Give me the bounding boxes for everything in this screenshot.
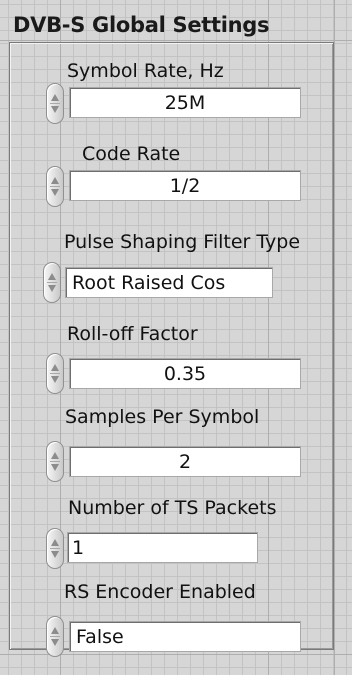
number-of-ts-packets-input[interactable]: 1 [67,532,258,563]
spin-up-arrow-icon[interactable] [51,94,59,101]
spin-down-arrow-icon[interactable] [51,106,59,113]
symbol-rate-input[interactable]: 25M [69,87,301,118]
pulse-shaping-filter-type-label: Pulse Shaping Filter Type [64,231,301,253]
roll-off-factor-stepper[interactable] [46,353,64,394]
symbol-rate-label: Symbol Rate, Hz [67,60,224,82]
spin-up-arrow-icon[interactable] [51,364,59,371]
stepper-divider [50,373,60,374]
spin-down-arrow-icon[interactable] [51,639,59,646]
spin-down-arrow-icon[interactable] [51,464,59,471]
roll-off-factor-input[interactable]: 0.35 [69,358,301,389]
panel-guide-line [334,0,335,675]
spin-up-arrow-icon[interactable] [48,273,56,280]
spin-down-arrow-icon[interactable] [51,551,59,558]
symbol-rate-stepper[interactable] [46,83,64,124]
stepper-divider [50,186,60,187]
code-rate-input[interactable]: 1/2 [69,170,301,201]
rs-encoder-enabled-stepper[interactable] [46,616,64,657]
stepper-divider [50,461,60,462]
stepper-divider [50,636,60,637]
spin-down-arrow-icon[interactable] [48,285,56,292]
samples-per-symbol-stepper[interactable] [46,441,64,482]
roll-off-factor-label: Roll-off Factor [67,323,198,345]
settings-panel: DVB-S Global Settings Symbol Rate, Hz 25… [0,0,352,675]
stepper-divider [50,548,60,549]
rs-encoder-enabled-label: RS Encoder Enabled [64,581,256,603]
pulse-shaping-filter-type-stepper[interactable] [43,262,61,303]
panel-title: DVB-S Global Settings [13,13,270,37]
spin-up-arrow-icon[interactable] [51,452,59,459]
pulse-shaping-filter-type-input[interactable]: Root Raised Cos [65,267,273,298]
stepper-divider [50,103,60,104]
number-of-ts-packets-label: Number of TS Packets [68,497,277,519]
spin-up-arrow-icon[interactable] [51,177,59,184]
spin-up-arrow-icon[interactable] [51,539,59,546]
spin-down-arrow-icon[interactable] [51,376,59,383]
samples-per-symbol-input[interactable]: 2 [69,446,301,477]
samples-per-symbol-label: Samples Per Symbol [65,406,260,428]
stepper-divider [47,282,57,283]
code-rate-label: Code Rate [82,143,181,165]
rs-encoder-enabled-input[interactable]: False [69,621,301,652]
spin-down-arrow-icon[interactable] [51,189,59,196]
spin-up-arrow-icon[interactable] [51,627,59,634]
number-of-ts-packets-stepper[interactable] [46,528,64,569]
code-rate-stepper[interactable] [46,166,64,207]
